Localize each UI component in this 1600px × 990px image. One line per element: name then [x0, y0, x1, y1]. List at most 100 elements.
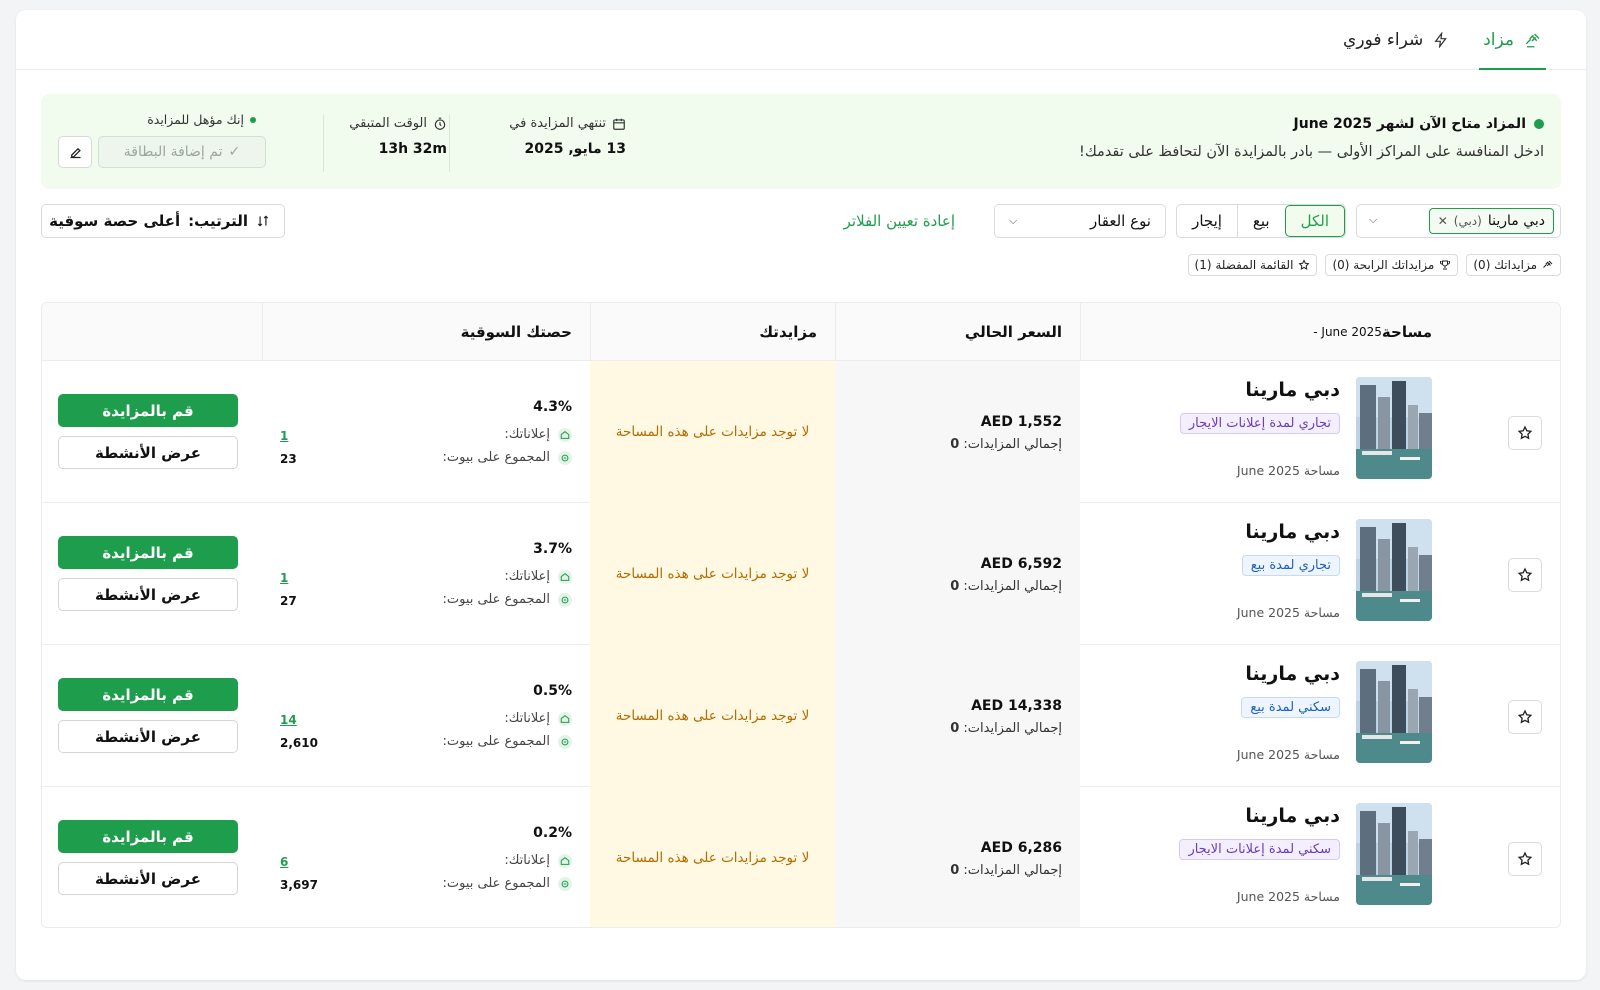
favorites-label: القائمة المفضلة (1) [1194, 258, 1294, 272]
listing-type-badge: تجاري لمدة إعلانات الايجار [1179, 413, 1340, 434]
bayut-icon [558, 450, 572, 465]
divider [323, 114, 324, 172]
market-share-percent: 3.7% [533, 541, 572, 557]
total-listings-count: 27 [280, 594, 297, 608]
location-select[interactable]: دبي مارينا (دبي) ✕ ⌵ [1356, 204, 1561, 238]
filter-bar: دبي مارينا (دبي) ✕ ⌵ الكل بيع إيجار نوع … [41, 204, 1561, 240]
auction-ends: تنتهي المزايدة في 13 مايو, 2025 [509, 116, 626, 157]
total-listings-label: المجموع على بيوت: [442, 450, 550, 465]
place-bid-button[interactable]: قم بالمزايدة [58, 820, 238, 853]
bayut-icon [558, 734, 572, 749]
favorite-button[interactable] [1508, 416, 1542, 450]
view-activity-button[interactable]: عرض الأنشطة [58, 436, 238, 469]
price-cell: 1,552 AED إجمالي المزايدات: 0 [835, 361, 1080, 503]
home-icon [558, 427, 572, 442]
my-bids-label: مزايداتك (0) [1473, 258, 1537, 272]
favorite-button[interactable] [1508, 558, 1542, 592]
segment-all[interactable]: الكل [1284, 205, 1345, 237]
table-row: دبي مارينا سكني لمدة إعلانات الايجار مسا… [42, 787, 1560, 927]
trophy-icon [1440, 260, 1451, 270]
area-period: مساحة June 2025 [1236, 747, 1340, 762]
area-thumbnail [1356, 661, 1432, 763]
gavel-icon [1525, 33, 1540, 47]
place-bid-button[interactable]: قم بالمزايدة [58, 678, 238, 711]
no-bids-message: لا توجد مزايدات على هذه المساحة [615, 850, 810, 866]
your-bid-cell: لا توجد مزايدات على هذه المساحة [590, 361, 835, 503]
bayut-icon [558, 876, 572, 891]
property-type-select[interactable]: نوع العقار ⌵ [994, 204, 1166, 238]
area-period: مساحة June 2025 [1236, 605, 1340, 620]
area-name: دبي مارينا [1245, 521, 1340, 543]
eligibility-block: إنك مؤهل للمزايدة ✓ تم إضافة البطاقة [58, 112, 266, 278]
sort-icon [257, 215, 269, 227]
favorites-pill[interactable]: القائمة المفضلة (1) [1187, 254, 1318, 276]
winning-bids-pill[interactable]: مزايداتك الرابحة (0) [1325, 254, 1459, 276]
area-thumbnail [1356, 377, 1432, 479]
table-header: مساحة June 2025 - السعر الحالي مزايدتك ح… [42, 303, 1560, 361]
area-thumbnail [1356, 803, 1432, 905]
header-your-bid: مزايدتك [590, 303, 835, 361]
area-period: مساحة June 2025 [1236, 463, 1340, 478]
your-listings-label: إعلاناتك: [504, 427, 550, 442]
current-price: 14,338 AED [971, 698, 1062, 714]
total-bids-label: إجمالي المزايدات: [963, 721, 1062, 736]
favorite-button[interactable] [1508, 842, 1542, 876]
your-bid-cell: لا توجد مزايدات على هذه المساحة [590, 787, 835, 927]
area-period: مساحة June 2025 [1236, 889, 1340, 904]
total-listings-line: المجموع على بيوت: [442, 592, 572, 607]
your-listings-line: إعلاناتك: [504, 853, 572, 868]
price-cell: 6,286 AED إجمالي المزايدات: 0 [835, 787, 1080, 927]
status-dot [1534, 119, 1544, 129]
listing-type-badge: سكني لمدة بيع [1241, 697, 1340, 718]
eligible-label: إنك مؤهل للمزايدة [147, 112, 244, 127]
your-listings-count[interactable]: 6 [280, 855, 288, 869]
property-type-label: نوع العقار [1089, 212, 1151, 230]
star-icon [1517, 709, 1533, 724]
total-listings-count: 3,697 [280, 878, 318, 892]
banner-title-text: المزاد متاح الآن لشهر June 2025 [1293, 116, 1526, 132]
segment-rent[interactable]: إيجار [1177, 205, 1237, 237]
total-bids-count: 0 [950, 721, 960, 736]
time-remaining-label: الوقت المتبقي [349, 116, 427, 131]
table-body: دبي مارينا تجاري لمدة إعلانات الايجار مس… [42, 361, 1560, 927]
chevron-down-icon: ⌵ [1369, 213, 1378, 226]
location-chip[interactable]: دبي مارينا (دبي) ✕ [1428, 208, 1554, 234]
close-icon[interactable]: ✕ [1438, 214, 1448, 228]
divider [449, 114, 450, 172]
tab-buy-now-label: شراء فوري [1343, 29, 1424, 50]
view-activity-button[interactable]: عرض الأنشطة [58, 720, 238, 753]
total-bids-label: إجمالي المزايدات: [963, 437, 1062, 452]
view-activity-button[interactable]: عرض الأنشطة [58, 578, 238, 611]
no-bids-message: لا توجد مزايدات على هذه المساحة [615, 566, 810, 582]
market-share-cell: 0.2% إعلاناتك: المجموع على بيوت: [262, 787, 590, 927]
tab-buy-now[interactable]: شراء فوري [1339, 10, 1453, 69]
total-listings-label: المجموع على بيوت: [442, 876, 550, 891]
edit-card-button[interactable] [58, 136, 92, 168]
your-listings-label: إعلاناتك: [504, 569, 550, 584]
total-bids-label: إجمالي المزايدات: [963, 579, 1062, 594]
my-bids-pill[interactable]: مزايداتك (0) [1466, 254, 1561, 276]
total-listings-line: المجموع على بيوت: [442, 876, 572, 891]
tab-auction[interactable]: مزاد [1479, 10, 1546, 70]
your-listings-label: إعلاناتك: [504, 711, 550, 726]
your-listings-count[interactable]: 1 [280, 571, 288, 585]
your-bid-cell: لا توجد مزايدات على هذه المساحة [590, 645, 835, 787]
your-listings-label: إعلاناتك: [504, 853, 550, 868]
favorite-button[interactable] [1508, 700, 1542, 734]
your-listings-count[interactable]: 1 [280, 429, 288, 443]
your-listings-count[interactable]: 14 [280, 713, 297, 727]
view-activity-button[interactable]: عرض الأنشطة [58, 862, 238, 895]
place-bid-button[interactable]: قم بالمزايدة [58, 536, 238, 569]
your-listings-line: إعلاناتك: [504, 569, 572, 584]
card-added-button[interactable]: ✓ تم إضافة البطاقة [98, 136, 266, 168]
star-icon [1517, 425, 1533, 440]
marina-skyline-image [1356, 803, 1432, 905]
marina-skyline-image [1356, 519, 1432, 621]
listing-type-badge: تجاري لمدة بيع [1241, 555, 1340, 576]
area-name: دبي مارينا [1245, 663, 1340, 685]
market-share-cell: 3.7% إعلاناتك: المجموع على بيوت: [262, 503, 590, 645]
sort-select[interactable]: الترتيب: أعلى حصة سوقية [41, 204, 285, 238]
segment-sale[interactable]: بيع [1236, 205, 1285, 237]
place-bid-button[interactable]: قم بالمزايدة [58, 394, 238, 427]
reset-filters-link[interactable]: إعادة تعيين الفلاتر [844, 212, 955, 230]
